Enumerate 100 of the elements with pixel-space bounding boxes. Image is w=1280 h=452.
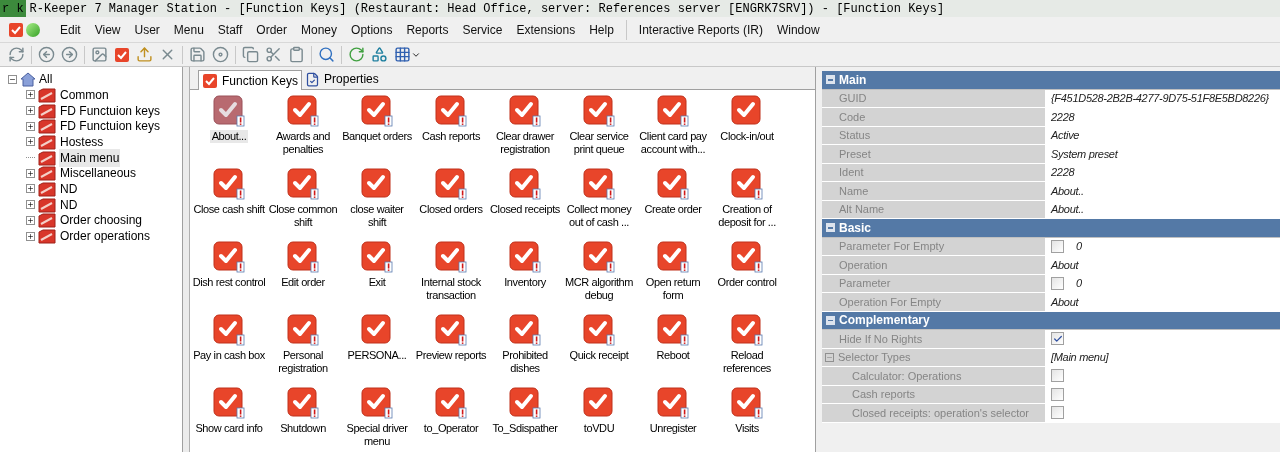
forward-icon[interactable] (61, 46, 78, 63)
property-checkbox[interactable] (1051, 276, 1064, 290)
expand-icon[interactable] (26, 121, 35, 131)
function-key-label[interactable]: Prohibited dishes (488, 349, 562, 375)
property-checkbox[interactable] (1051, 369, 1064, 383)
menu-item[interactable]: Edit (54, 20, 87, 39)
expand-icon[interactable] (26, 137, 35, 147)
save-icon[interactable] (189, 46, 206, 63)
function-key-label[interactable]: Personal registration (266, 349, 340, 375)
export-icon[interactable] (136, 46, 153, 63)
refresh-icon[interactable] (8, 46, 25, 63)
section-title: Main (839, 71, 867, 89)
function-key-label[interactable]: Dish rest control (192, 276, 266, 289)
cut-icon[interactable] (265, 46, 282, 63)
function-key-label[interactable]: To_Sdispather (492, 422, 558, 435)
function-key-label[interactable]: Awards and penalties (266, 130, 340, 156)
menu-item[interactable]: Order (250, 20, 293, 39)
menu-item[interactable]: View (88, 20, 127, 39)
expand-icon[interactable] (26, 231, 35, 241)
function-key-label[interactable]: Clock-in/out (720, 130, 774, 143)
menu-item[interactable]: Reports (400, 20, 455, 39)
property-section-header[interactable]: Main (822, 71, 1280, 90)
property-checkbox[interactable] (1051, 406, 1064, 420)
tab[interactable]: Function Keys (198, 70, 303, 90)
function-key-label[interactable]: Clear drawer registration (488, 130, 562, 156)
menu-item[interactable]: Staff (211, 20, 249, 39)
function-key-label[interactable]: Unregister (649, 422, 697, 435)
menu-item[interactable]: Window (770, 20, 826, 39)
function-key-label[interactable]: Reboot (656, 349, 690, 362)
expand-icon[interactable] (26, 106, 35, 116)
tree-item[interactable]: ND (59, 195, 79, 214)
function-key-label[interactable]: Collect money out of cash ... (562, 203, 636, 229)
sync-icon[interactable] (348, 46, 365, 63)
tree-item[interactable]: Common (59, 85, 110, 104)
search-icon[interactable] (318, 46, 335, 63)
menu-item[interactable]: User (128, 20, 166, 39)
expand-icon[interactable] (26, 215, 35, 225)
property-checkbox[interactable] (1051, 387, 1064, 401)
function-key-label[interactable]: Visits (735, 422, 759, 435)
tree-item[interactable]: FD Functuion keys (59, 101, 162, 120)
function-key-label[interactable]: Cash reports (421, 130, 481, 143)
shapes-icon[interactable] (371, 46, 388, 63)
function-key-label[interactable]: Banquet orders (342, 130, 412, 143)
function-key-label[interactable]: Preview reports (415, 349, 487, 362)
function-key-label[interactable]: Reload references (710, 349, 784, 375)
function-key-label[interactable]: Edit order (281, 276, 325, 289)
menu-item[interactable]: Options (345, 20, 399, 39)
copy-icon[interactable] (242, 46, 259, 63)
menu-item[interactable]: Help (583, 20, 620, 39)
function-key-label[interactable]: PERSONA... (347, 349, 407, 362)
function-key-label[interactable]: Clear service print queue (562, 130, 636, 156)
property-checkbox[interactable] (1051, 332, 1064, 346)
expand-icon[interactable] (26, 184, 35, 194)
menu-item[interactable]: Service (456, 20, 509, 39)
function-key-label[interactable]: MCR algorithm debug (562, 276, 636, 302)
function-key-label[interactable]: to_Operator (423, 422, 479, 435)
function-key-label[interactable]: Internal stock transaction (414, 276, 488, 302)
expand-icon[interactable] (26, 200, 35, 210)
function-key-label[interactable]: Create order (644, 203, 702, 216)
collapse-icon[interactable] (826, 315, 835, 325)
image-icon[interactable] (91, 46, 108, 63)
collapse-icon[interactable] (826, 223, 835, 233)
function-key-label[interactable]: Special driver menu (340, 422, 414, 448)
splitter[interactable] (183, 67, 190, 452)
function-key-label[interactable]: toVDU (583, 422, 615, 435)
collapse-icon[interactable] (8, 74, 17, 84)
tree-item[interactable]: Main menu (59, 148, 121, 167)
function-key-label[interactable]: Shutdown (280, 422, 326, 435)
function-key-label[interactable]: Close cash shift (193, 203, 265, 216)
function-key-label[interactable]: Exit (368, 276, 386, 289)
menu-item[interactable]: Interactive Reports (IR) (632, 20, 769, 39)
menu-item[interactable]: Menu (167, 20, 210, 39)
collapse-icon[interactable] (826, 75, 835, 85)
function-key-label[interactable]: Inventory (504, 276, 546, 289)
function-key-label[interactable]: close waiter shift (340, 203, 414, 229)
function-key-label[interactable]: Order control (717, 276, 777, 289)
function-key-label[interactable]: Creation of deposit for ... (710, 203, 784, 229)
grid-dropdown[interactable] (394, 46, 421, 63)
function-key-label[interactable]: Pay in cash box (193, 349, 265, 362)
function-key-label[interactable]: Quick receipt (569, 349, 629, 362)
paste-icon[interactable] (288, 46, 305, 63)
disc-icon[interactable] (212, 46, 229, 63)
property-section-header[interactable]: Basic (822, 219, 1280, 238)
tree-item[interactable]: Order operations (59, 227, 152, 246)
property-value: 2228 (1051, 109, 1075, 125)
function-key-label[interactable]: Client card pay account with... (636, 130, 710, 156)
back-icon[interactable] (38, 46, 55, 63)
expand-icon[interactable] (26, 168, 35, 178)
function-key-label[interactable]: Show card info (195, 422, 263, 435)
menu-item[interactable]: Money (295, 20, 344, 39)
tree-item[interactable]: All (39, 70, 53, 88)
function-key-label[interactable]: Close common shift (266, 203, 340, 229)
function-key-label[interactable]: About... (209, 130, 249, 143)
function-key-label[interactable]: Closed orders (419, 203, 483, 216)
menu-item[interactable]: Extensions (510, 20, 582, 39)
function-key-label[interactable]: Closed receipts (490, 203, 560, 216)
tree-item[interactable]: Order choosing (59, 211, 144, 230)
function-key-label[interactable]: Open return form (636, 276, 710, 302)
expand-icon[interactable] (26, 90, 35, 100)
property-checkbox[interactable] (1051, 239, 1064, 253)
